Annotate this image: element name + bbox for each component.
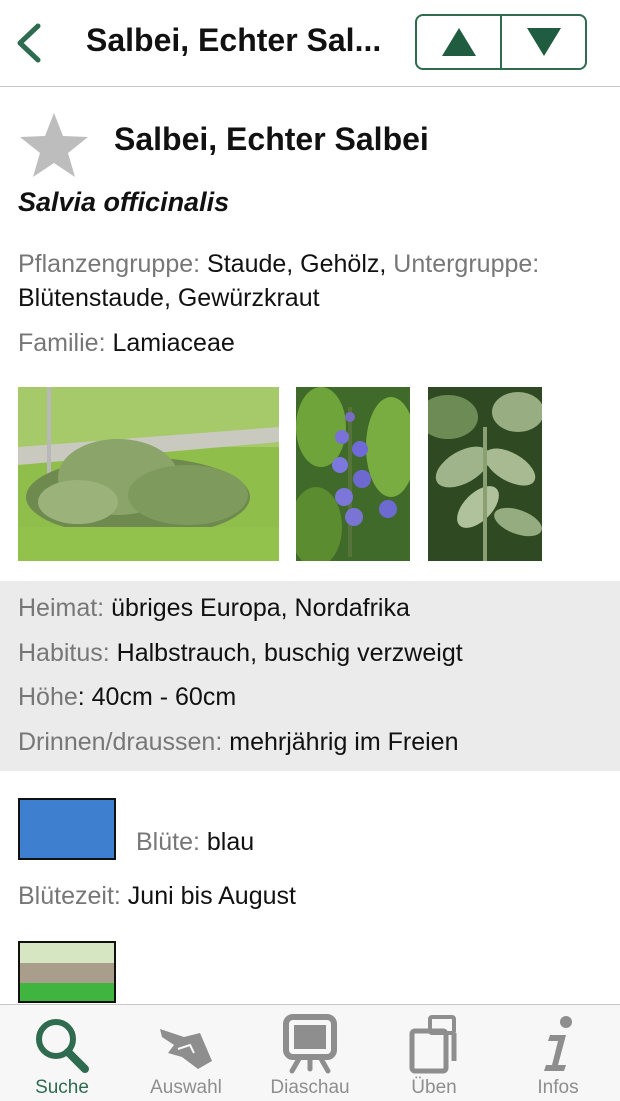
familie-value: Lamiaceae <box>112 329 235 357</box>
flower-photo-image <box>296 387 410 561</box>
plant-photo-leaves[interactable] <box>428 387 542 561</box>
bluete-label: Blüte: <box>136 828 200 856</box>
back-button[interactable] <box>8 18 52 68</box>
tab-bar: Suche Auswahl Diaschau Üben Infos <box>0 1004 620 1101</box>
habitus-label: Habitus: <box>18 639 110 667</box>
heimat-row: Heimat: übriges Europa, Nordafrika <box>18 591 608 625</box>
photo-gallery <box>0 387 620 561</box>
search-icon <box>36 1019 89 1073</box>
scientific-name: Salvia officinalis <box>18 187 230 217</box>
plant-photo-bush[interactable] <box>18 387 279 561</box>
next-button[interactable] <box>500 16 585 68</box>
navigation-bar: Salbei, Echter Sal... <box>0 0 620 87</box>
heimat-label: Heimat: <box>18 594 105 622</box>
hand-icon <box>160 1029 212 1069</box>
pflanzengruppe-label: Pflanzengruppe: <box>18 250 201 278</box>
chevron-left-icon <box>17 23 41 63</box>
drinnen-row: Drinnen/draussen: mehrjährig im Freien <box>18 725 608 759</box>
drinnen-value: mehrjährig im Freien <box>229 728 459 756</box>
slideshow-icon <box>283 1014 337 1074</box>
plant-detail[interactable]: Salbei, Echter Salbei Salvia officinalis… <box>0 87 620 1004</box>
hoehe-value: : 40cm - 60cm <box>77 683 237 711</box>
characteristics-panel: Heimat: übriges Europa, Nordafrika Habit… <box>0 581 620 771</box>
plant-photo-flower[interactable] <box>296 387 410 561</box>
untergruppe-label: Untergruppe: <box>393 250 540 278</box>
previous-button[interactable] <box>417 16 500 68</box>
tab-suche[interactable]: Suche <box>0 1005 124 1101</box>
location-swatch <box>18 941 116 1003</box>
pflanzengruppe-value: Staude, Gehölz, <box>207 250 387 278</box>
tab-ueben-label: Üben <box>411 1077 457 1098</box>
familie-label: Familie: <box>18 329 106 357</box>
tab-diaschau-label: Diaschau <box>270 1077 350 1098</box>
untergruppe-value: Blütenstaude, Gewürzkraut <box>18 284 320 312</box>
tab-suche-label: Suche <box>35 1077 89 1098</box>
bluetezeit-row: Blütezeit: Juni bis August <box>18 879 608 913</box>
cards-icon <box>409 1015 457 1074</box>
bush-photo-image <box>18 387 279 561</box>
tab-auswahl-label: Auswahl <box>150 1077 222 1098</box>
drinnen-label: Drinnen/draussen: <box>18 728 223 756</box>
group-info: Pflanzengruppe: Staude, Gehölz, Untergru… <box>18 247 608 315</box>
bluetezeit-value: Juni bis August <box>127 882 296 910</box>
leaves-photo-image <box>428 387 542 561</box>
hoehe-label: Höhe <box>18 683 78 711</box>
nav-title: Salbei, Echter Sal... <box>86 22 382 58</box>
prev-next-control <box>415 14 587 70</box>
bluete-value: blau <box>206 828 255 856</box>
tab-diaschau[interactable]: Diaschau <box>248 1005 372 1101</box>
hoehe-row: Höhe: 40cm - 60cm <box>18 680 608 714</box>
habitus-row: Habitus: Halbstrauch, buschig verzweigt <box>18 636 608 670</box>
bloom-color-swatch <box>18 798 116 860</box>
heimat-value: übriges Europa, Nordafrika <box>111 594 410 622</box>
bluete-row: Blüte: blau <box>136 825 596 859</box>
triangle-up-icon <box>441 28 476 56</box>
tab-auswahl[interactable]: Auswahl <box>124 1005 248 1101</box>
info-icon <box>544 1016 572 1071</box>
tab-infos[interactable]: Infos <box>496 1005 620 1101</box>
plant-name: Salbei, Echter Salbei <box>114 121 429 157</box>
family-info: Familie: Lamiaceae <box>18 326 608 360</box>
habitus-value: Halbstrauch, buschig verzweigt <box>116 639 463 667</box>
triangle-down-icon <box>526 28 561 56</box>
favorite-star-button[interactable] <box>18 111 90 179</box>
bluetezeit-label: Blütezeit: <box>18 882 121 910</box>
star-icon <box>20 113 88 177</box>
tab-infos-label: Infos <box>537 1077 579 1098</box>
tab-ueben[interactable]: Üben <box>372 1005 496 1101</box>
